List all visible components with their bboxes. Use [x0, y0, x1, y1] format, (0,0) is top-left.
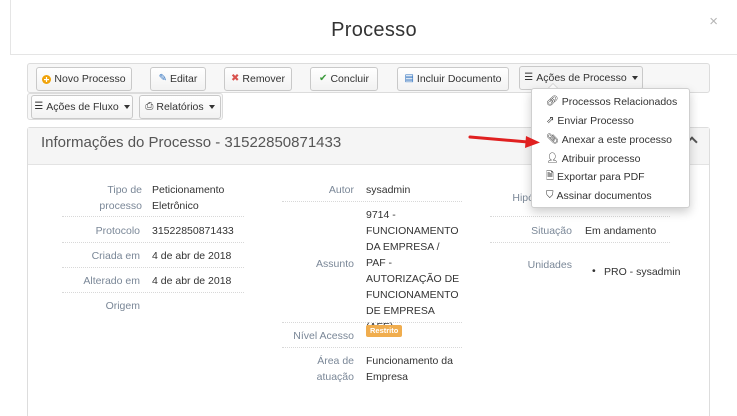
protocol-label: Protocolo	[95, 225, 140, 237]
row-divider	[282, 322, 462, 323]
menu-item-assign-process[interactable]: 👤︎ Atribuir processo	[546, 153, 640, 165]
origin-label: Origem	[105, 300, 140, 312]
modal-header: Processo ×	[10, 0, 737, 55]
reports-label: Relatórios	[156, 101, 204, 113]
altered-value: 4 de abr de 2018	[152, 275, 232, 287]
new-process-button[interactable]: Novo Processo	[36, 67, 132, 91]
created-value: 4 de abr de 2018	[152, 250, 232, 262]
subject-value: 9714 - FUNCIONAMENTO DA EMPRESA / PAF - …	[366, 209, 460, 333]
edit-label: Editar	[169, 73, 198, 85]
menu-item-export-pdf[interactable]: 🗎︎ Exportar para PDF	[546, 171, 645, 183]
menu-item-label: Assinar documentos	[556, 190, 652, 202]
altered-label: Alterado em	[83, 275, 140, 287]
units-bullet: •	[592, 265, 596, 277]
menu-item-label: Anexar a este processo	[561, 134, 673, 146]
link-icon: 🔗︎	[546, 96, 559, 107]
menu-item-label: Atribuir processo	[561, 153, 641, 165]
shield-icon: ⛉	[546, 190, 554, 201]
menu-item-label: Processos Relacionados	[561, 96, 678, 108]
hypothesis-label: Hipó	[512, 192, 534, 204]
caret-down-icon	[123, 105, 130, 109]
row-divider	[62, 216, 244, 217]
process-type-label: Tipo de processo	[99, 184, 142, 212]
share-icon: ⇗	[546, 115, 555, 126]
row-divider	[490, 216, 670, 217]
conclude-button[interactable]: ✔ Concluir	[310, 67, 378, 91]
menu-item-send-process[interactable]: ⇗ Enviar Processo	[546, 115, 634, 127]
menu-item-label: Enviar Processo	[557, 115, 634, 127]
panel-title: Informações do Processo - 31522850871433	[41, 134, 342, 151]
flow-actions-button[interactable]: ☰ Ações de Fluxo	[31, 95, 133, 119]
units-value: PRO - sysadmin	[604, 266, 681, 278]
row-divider	[62, 292, 244, 293]
area-label: Área de atuação	[316, 355, 354, 383]
remove-label: Remover	[242, 73, 285, 85]
access-level-label: Nível Acesso	[293, 330, 354, 342]
process-actions-button[interactable]: ☰ Ações de Processo	[519, 66, 643, 90]
list-icon: ☰	[524, 72, 534, 83]
flow-actions-label: Ações de Fluxo	[46, 101, 119, 113]
pencil-icon: ✎	[158, 73, 167, 84]
process-type-value: Peticionamento Eletrônico	[152, 184, 225, 212]
row-divider	[62, 267, 244, 268]
close-icon[interactable]: ×	[709, 13, 718, 30]
process-actions-dropdown: 🔗︎ Processos Relacionados ⇗ Enviar Proce…	[531, 88, 690, 208]
row-divider	[282, 201, 462, 202]
times-icon: ✖	[231, 73, 240, 84]
menu-item-related-processes[interactable]: 🔗︎ Processos Relacionados	[546, 96, 677, 108]
situation-label: Situação	[531, 225, 572, 237]
reports-button[interactable]: ⎙ Relatórios	[139, 95, 221, 119]
created-label: Criada em	[91, 250, 140, 262]
menu-item-sign-documents[interactable]: ⛉ Assinar documentos	[546, 190, 652, 202]
new-process-label: Novo Processo	[54, 73, 126, 85]
include-document-button[interactable]: ▤ Incluir Documento	[397, 67, 509, 91]
user-icon: 👤︎	[546, 153, 559, 164]
units-label: Unidades	[527, 259, 572, 271]
check-icon: ✔	[319, 73, 328, 84]
caret-down-icon	[208, 105, 215, 109]
menu-item-label: Exportar para PDF	[557, 171, 645, 183]
document-icon: ▤	[404, 73, 414, 84]
access-level-badge: Restrito	[366, 325, 403, 337]
plus-circle-icon	[42, 74, 52, 84]
row-divider	[282, 347, 462, 348]
conclude-label: Concluir	[330, 73, 369, 85]
caret-down-icon	[631, 76, 638, 80]
situation-value: Em andamento	[585, 225, 657, 237]
modal-title: Processo	[331, 19, 417, 41]
menu-item-attach-process[interactable]: 📎︎ Anexar a este processo	[546, 134, 672, 146]
remove-button[interactable]: ✖ Remover	[224, 67, 292, 91]
annotation-arrow-icon	[468, 135, 540, 148]
area-value: Funcionamento da Empresa	[366, 355, 453, 383]
include-document-label: Incluir Documento	[416, 73, 502, 85]
pdf-file-icon: 🗎︎	[546, 171, 555, 182]
row-divider	[62, 242, 244, 243]
row-divider	[490, 242, 670, 243]
edit-button[interactable]: ✎ Editar	[150, 67, 206, 91]
author-label: Autor	[328, 184, 354, 196]
sliders-icon: ☰	[34, 101, 44, 112]
print-icon: ⎙	[145, 101, 154, 112]
subject-label: Assunto	[316, 258, 354, 270]
author-value: sysadmin	[366, 184, 411, 196]
protocol-value: 31522850871433	[152, 225, 234, 237]
